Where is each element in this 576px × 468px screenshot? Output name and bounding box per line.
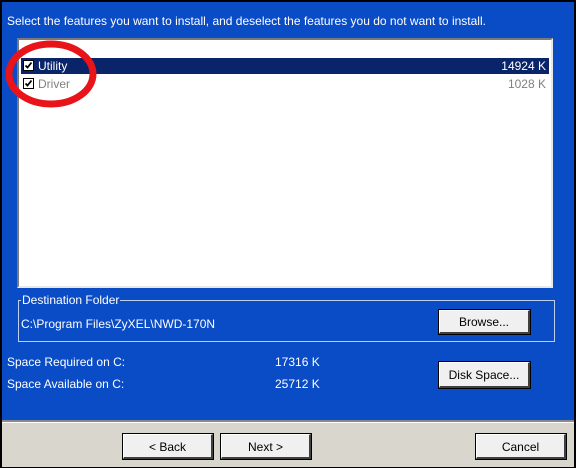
- space-available-value: 25712 K: [275, 377, 320, 391]
- browse-button[interactable]: Browse...: [438, 309, 531, 335]
- back-button[interactable]: < Back: [122, 433, 214, 460]
- navigation-bar: < Back Next > Cancel: [2, 422, 574, 467]
- back-button-label: < Back: [148, 440, 187, 454]
- disk-space-button-label: Disk Space...: [448, 368, 520, 382]
- disk-space-button[interactable]: Disk Space...: [438, 361, 531, 389]
- next-button-label: Next >: [247, 440, 283, 454]
- instructions-text: Select the features you want to install,…: [7, 14, 486, 28]
- space-required-label: Space Required on C:: [7, 355, 126, 369]
- next-button[interactable]: Next >: [220, 433, 312, 460]
- browse-button-label: Browse...: [458, 315, 509, 329]
- annotation-circle: [5, 40, 97, 108]
- destination-legend: Destination Folder: [21, 293, 121, 307]
- destination-path: C:\Program Files\ZyXEL\NWD-170N: [21, 317, 216, 331]
- installer-dialog: Select the features you want to install,…: [0, 0, 576, 468]
- feature-size: 1028 K: [507, 77, 546, 91]
- feature-size: 14924 K: [501, 59, 546, 73]
- feature-item-driver[interactable]: Driver 1028 K: [21, 76, 549, 92]
- space-available-label: Space Available on C:: [7, 377, 125, 391]
- feature-item-utility[interactable]: Utility 14924 K: [21, 58, 549, 74]
- space-required-value: 17316 K: [275, 355, 320, 369]
- cancel-button[interactable]: Cancel: [475, 433, 567, 460]
- cancel-button-label: Cancel: [501, 440, 540, 454]
